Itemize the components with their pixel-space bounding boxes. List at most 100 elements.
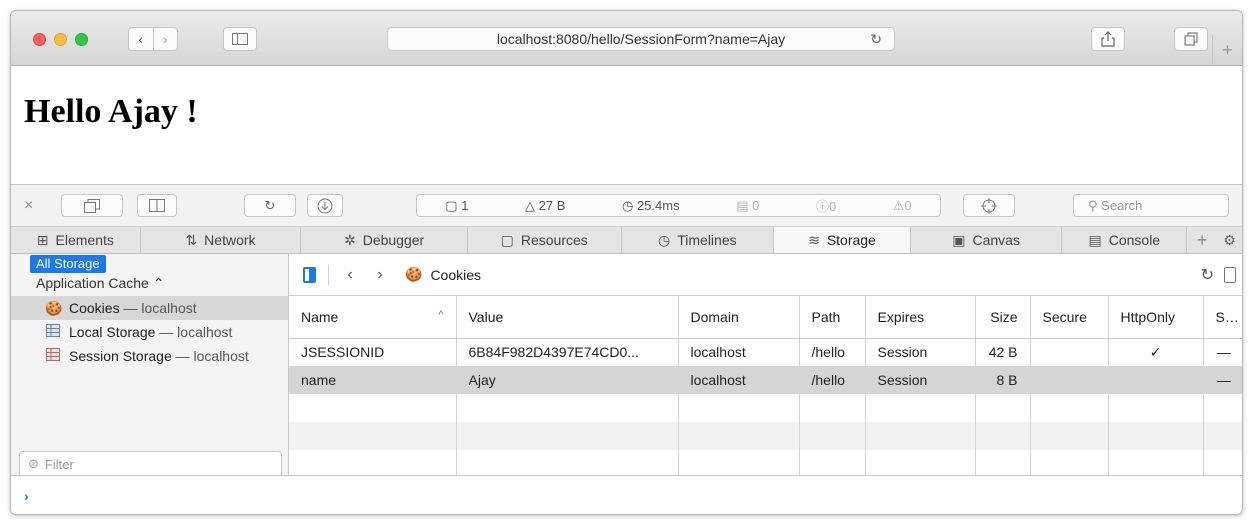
tab-label: Console <box>1108 232 1161 248</box>
console-prompt-chevron-icon: › <box>24 488 29 504</box>
download-icon <box>317 198 333 213</box>
tab-label: Network <box>204 232 256 248</box>
back-button[interactable]: ‹ <box>129 28 153 50</box>
reload-page-button[interactable]: ↻ <box>244 194 296 217</box>
forward-icon[interactable]: › <box>371 266 389 284</box>
add-tab-button[interactable]: + <box>1187 227 1217 253</box>
resources-size: △ 27 B <box>525 197 566 213</box>
download-archive-button[interactable] <box>307 194 343 217</box>
tab-resources[interactable]: ▢ Resources <box>468 227 622 253</box>
tab-debugger[interactable]: ✲ Debugger <box>301 227 468 253</box>
warnings-count: ⚠0 <box>892 197 912 213</box>
console-prompt-area[interactable]: › <box>11 475 1242 514</box>
logs-count: ▤ 0 <box>736 197 760 213</box>
title-bar: ‹ › localhost:8080/hello/SessionForm?nam… <box>11 11 1242 66</box>
tab-elements[interactable]: ⊞ Elements <box>11 227 141 253</box>
cell-domain: localhost <box>678 366 800 394</box>
tab-canvas[interactable]: ▣ Canvas <box>911 227 1063 253</box>
cell-httponly: ✓ <box>1108 338 1204 366</box>
address-bar[interactable]: localhost:8080/hello/SessionForm?name=Aj… <box>387 27 895 51</box>
search-placeholder: Search <box>1101 198 1143 213</box>
tab-label: Canvas <box>972 232 1020 248</box>
resources-size-value: 27 B <box>538 197 566 213</box>
resources-count-value: 1 <box>461 197 469 213</box>
sidebar-item-session-storage[interactable]: Session Storage — localhost <box>11 344 288 368</box>
column-header-samesite[interactable]: S... <box>1203 296 1242 339</box>
split-view-icon[interactable] <box>1224 266 1236 283</box>
tab-storage[interactable]: ≋ Storage <box>774 227 911 253</box>
table-row[interactable]: JSESSIONID 6B84F982D4397E74CD0... localh… <box>289 338 1242 366</box>
local-storage-icon <box>45 324 61 340</box>
dock-side-button[interactable] <box>137 194 177 217</box>
cell-secure <box>1030 366 1109 394</box>
column-header-size[interactable]: Size <box>975 296 1031 339</box>
session-storage-icon <box>45 348 61 364</box>
search-field[interactable]: ⚲ Search <box>1073 194 1229 217</box>
all-storage-scope[interactable]: All Storage <box>30 255 106 273</box>
settings-gear-icon[interactable]: ⚙ <box>1217 227 1242 253</box>
console-icon: ▤ <box>1088 231 1102 248</box>
close-inspector-button[interactable]: × <box>24 197 33 215</box>
column-header-name[interactable]: Name ^ <box>289 296 457 339</box>
minimize-window-button[interactable] <box>54 33 67 46</box>
column-header-secure[interactable]: Secure <box>1030 296 1109 339</box>
show-sidebar-button[interactable] <box>223 27 257 51</box>
table-row[interactable]: name Ajay localhost /hello Session 8 B — <box>289 366 1242 394</box>
reload-icon[interactable]: ↻ <box>870 31 882 48</box>
search-icon: ⚲ <box>1088 197 1098 213</box>
column-header-expires[interactable]: Expires <box>865 296 976 339</box>
sidebar-item-cookies[interactable]: 🍪 Cookies — localhost <box>11 296 288 320</box>
application-cache-selector[interactable]: Application Cache ⌃ <box>36 275 164 292</box>
table-header-row: Name ^ Value Domain Path Expires Size Sec… <box>289 296 1242 339</box>
header-label: Name <box>301 308 339 325</box>
refresh-icon[interactable]: ↻ <box>1201 265 1214 285</box>
zoom-window-button[interactable] <box>75 33 88 46</box>
empty-row <box>289 450 1242 478</box>
column-header-value[interactable]: Value <box>456 296 679 339</box>
new-tab-button[interactable]: + <box>1212 35 1242 66</box>
storage-icon: ≋ <box>808 231 820 248</box>
column-header-httponly[interactable]: HttpOnly <box>1108 296 1204 339</box>
chevron-updown-icon: ⌃ <box>152 275 165 291</box>
column-header-path[interactable]: Path <box>799 296 866 339</box>
storage-content-panel: ‹ › 🍪 Cookies ↻ Name ^ Value Domain Path … <box>289 254 1242 478</box>
breadcrumb: 🍪 Cookies <box>405 266 481 283</box>
filter-placeholder: Filter <box>44 456 74 472</box>
tab-network[interactable]: ⇅ Network <box>141 227 302 253</box>
back-forward-buttons: ‹ › <box>128 27 178 51</box>
sidebar-item-local-storage[interactable]: Local Storage — localhost <box>11 320 288 344</box>
divider <box>328 264 329 285</box>
cell-value: Ajay <box>456 366 679 394</box>
cell-samesite: — <box>1203 366 1242 394</box>
forward-button[interactable]: › <box>152 28 178 50</box>
tab-label: Timelines <box>677 232 737 248</box>
share-button[interactable] <box>1091 27 1125 51</box>
elements-icon: ⊞ <box>36 231 49 248</box>
tab-console[interactable]: ▤ Console <box>1062 227 1188 253</box>
cell-size: 8 B <box>975 366 1031 394</box>
share-icon <box>1101 31 1115 47</box>
cell-path: /hello <box>799 366 866 394</box>
inspect-element-button[interactable] <box>963 194 1015 217</box>
toggle-sidebar-icon[interactable] <box>303 266 316 283</box>
cell-httponly <box>1108 366 1204 394</box>
close-window-button[interactable] <box>33 33 46 46</box>
back-icon[interactable]: ‹ <box>341 266 359 284</box>
web-content: Hello Ajay ! <box>11 66 1242 184</box>
load-time-value: 25.4ms <box>636 197 680 213</box>
tabs-overview-icon <box>1184 32 1198 46</box>
tab-label: Debugger <box>362 232 425 248</box>
cell-name: JSESSIONID <box>289 338 457 366</box>
show-tabs-button[interactable] <box>1174 27 1208 51</box>
application-cache-label: Application Cache <box>36 275 149 291</box>
undock-button[interactable] <box>61 194 123 217</box>
inspector-toolbar: × ↻ ▢ 1 △ 27 B ◷ 25.4ms ▤ 0 ⓘ0 ⚠0 ⚲ Sear… <box>11 184 1242 227</box>
cell-samesite: — <box>1216 344 1231 361</box>
tab-timelines[interactable]: ◷ Timelines <box>622 227 775 253</box>
column-header-domain[interactable]: Domain <box>678 296 800 339</box>
resources-count: ▢ 1 <box>445 197 469 213</box>
timelines-icon: ◷ <box>658 231 671 248</box>
cell-domain: localhost <box>678 338 800 366</box>
filter-field[interactable]: ⊜ Filter <box>19 451 282 477</box>
dashboard[interactable]: ▢ 1 △ 27 B ◷ 25.4ms ▤ 0 ⓘ0 ⚠0 <box>416 194 941 217</box>
